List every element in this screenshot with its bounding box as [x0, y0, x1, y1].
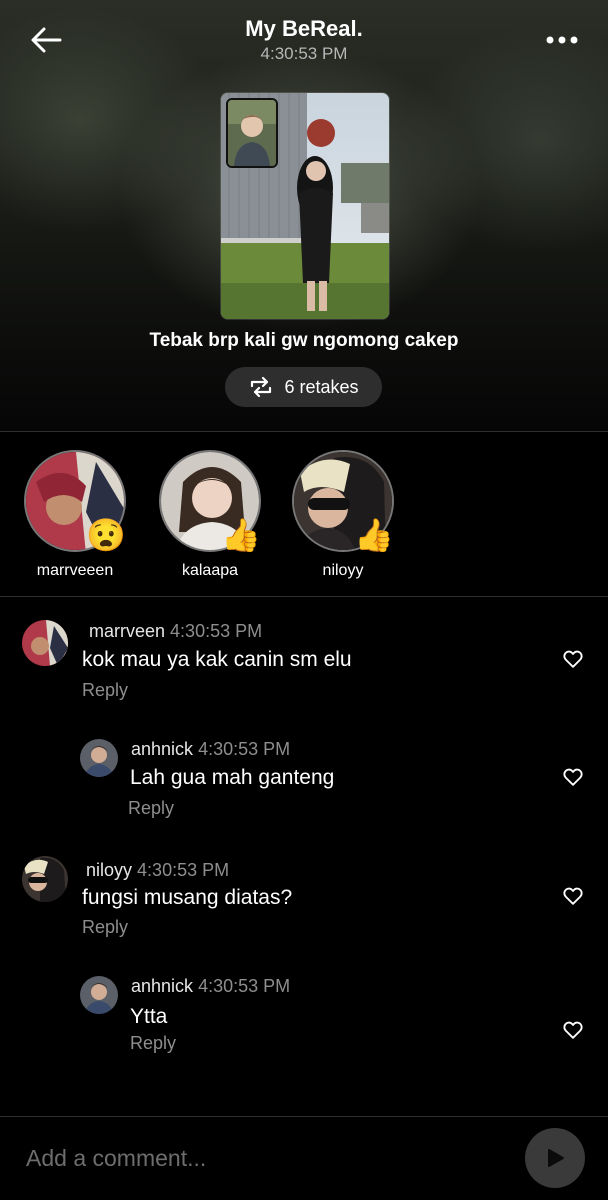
comment-text: kok mau ya kak canin sm elu — [82, 648, 352, 671]
reply-button[interactable]: Reply — [130, 1033, 176, 1054]
heart-outline-icon[interactable] — [562, 885, 584, 907]
reaction-niloyy[interactable]: 👍 niloyy — [288, 450, 398, 580]
avatar[interactable] — [22, 856, 68, 902]
comment-username[interactable]: niloyy — [86, 860, 132, 880]
heart-outline-icon[interactable] — [562, 1019, 584, 1041]
comment-input[interactable] — [26, 1138, 496, 1178]
comment-username[interactable]: anhnick — [131, 976, 193, 996]
comment-username[interactable]: marrveen — [89, 621, 165, 641]
post-caption: Tebak brp kali gw ngomong cakep — [149, 330, 459, 351]
send-button[interactable] — [525, 1128, 585, 1188]
composer-divider — [0, 1116, 608, 1117]
comment-username[interactable]: anhnick — [131, 739, 193, 759]
heart-outline-icon[interactable] — [562, 648, 584, 670]
retakes-count: 6 retakes — [284, 376, 359, 397]
reaction-username: marrveeen — [36, 562, 114, 579]
comment-time: 4:30:53 PM — [170, 621, 263, 641]
bereal-front-photo[interactable] — [226, 98, 278, 168]
reaction-kalaapa[interactable]: 👍 kalaapa — [155, 450, 265, 580]
comment-text: Lah gua mah ganteng — [130, 766, 335, 789]
comment-text: Ytta — [130, 1005, 168, 1028]
more-dots-icon — [546, 36, 578, 44]
page-title: My BeReal. — [245, 16, 363, 41]
reply-button[interactable]: Reply — [82, 917, 128, 938]
comment-text: fungsi musang diatas? — [82, 886, 293, 909]
comment-time: 4:30:53 PM — [198, 976, 291, 996]
retakes-badge[interactable]: 6 retakes — [225, 367, 382, 407]
avatar[interactable] — [80, 976, 118, 1014]
post-time: 4:30:53 PM — [260, 44, 348, 63]
comment-time: 4:30:53 PM — [137, 860, 230, 880]
reaction-marrveeen[interactable]: 😧 marrveeen — [20, 450, 130, 580]
reaction-emoji: 👍 — [221, 517, 261, 553]
reply-button[interactable]: Reply — [82, 680, 128, 701]
comment-time: 4:30:53 PM — [198, 739, 291, 759]
repeat-icon — [251, 376, 272, 398]
section-divider — [0, 596, 608, 597]
reply-button[interactable]: Reply — [128, 798, 174, 819]
avatar[interactable] — [22, 620, 68, 666]
reaction-username: niloyy — [322, 562, 364, 579]
more-options-button[interactable] — [544, 26, 580, 54]
send-play-icon — [548, 1149, 564, 1167]
section-divider — [0, 431, 608, 432]
avatar[interactable] — [80, 739, 118, 777]
heart-outline-icon[interactable] — [562, 766, 584, 788]
reaction-username: kalaapa — [181, 562, 239, 579]
reaction-emoji: 😧 — [86, 517, 126, 553]
reaction-emoji: 👍 — [354, 517, 394, 553]
